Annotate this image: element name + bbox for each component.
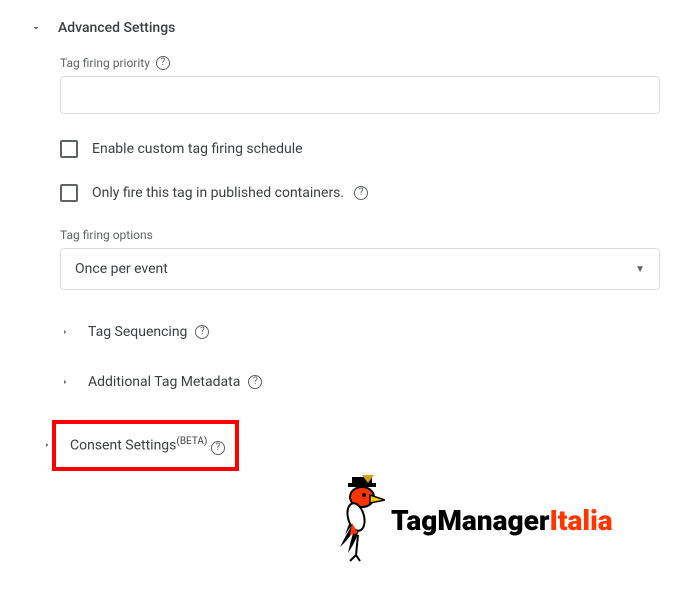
chevron-right-icon: [42, 440, 52, 450]
tag-firing-options-select[interactable]: Once per event ▼: [60, 248, 660, 290]
help-icon[interactable]: ?: [195, 325, 209, 339]
help-icon[interactable]: ?: [211, 441, 225, 455]
help-icon[interactable]: ?: [248, 375, 262, 389]
help-icon[interactable]: ?: [156, 56, 170, 70]
tag-firing-options-label: Tag firing options: [60, 228, 660, 242]
woodpecker-icon: [330, 475, 385, 565]
tag-firing-priority-input[interactable]: [60, 76, 660, 114]
tag-firing-priority-label: Tag firing priority ?: [60, 56, 660, 70]
chevron-right-icon: [60, 327, 70, 337]
logo-text: TagManagerItalia: [391, 504, 613, 537]
tag-sequencing-row[interactable]: Tag Sequencing ?: [60, 324, 660, 340]
published-only-checkbox[interactable]: [60, 184, 78, 202]
highlight-annotation: Consent Settings(BETA) ?: [52, 420, 239, 471]
beta-badge: (BETA): [176, 436, 207, 447]
advanced-settings-header[interactable]: Advanced Settings: [30, 20, 660, 36]
additional-tag-metadata-row[interactable]: Additional Tag Metadata ?: [60, 374, 660, 390]
enable-schedule-checkbox[interactable]: [60, 140, 78, 158]
chevron-down-icon: ▼: [635, 264, 645, 275]
chevron-down-icon: [30, 22, 42, 34]
help-icon[interactable]: ?: [354, 186, 368, 200]
logo: TagManagerItalia: [330, 475, 613, 565]
select-value: Once per event: [75, 261, 168, 277]
chevron-right-icon: [60, 377, 70, 387]
published-only-label: Only fire this tag in published containe…: [92, 185, 368, 201]
enable-schedule-label: Enable custom tag firing schedule: [92, 141, 303, 157]
section-title: Advanced Settings: [58, 20, 175, 36]
consent-settings-row[interactable]: Consent Settings(BETA) ?: [66, 436, 225, 455]
